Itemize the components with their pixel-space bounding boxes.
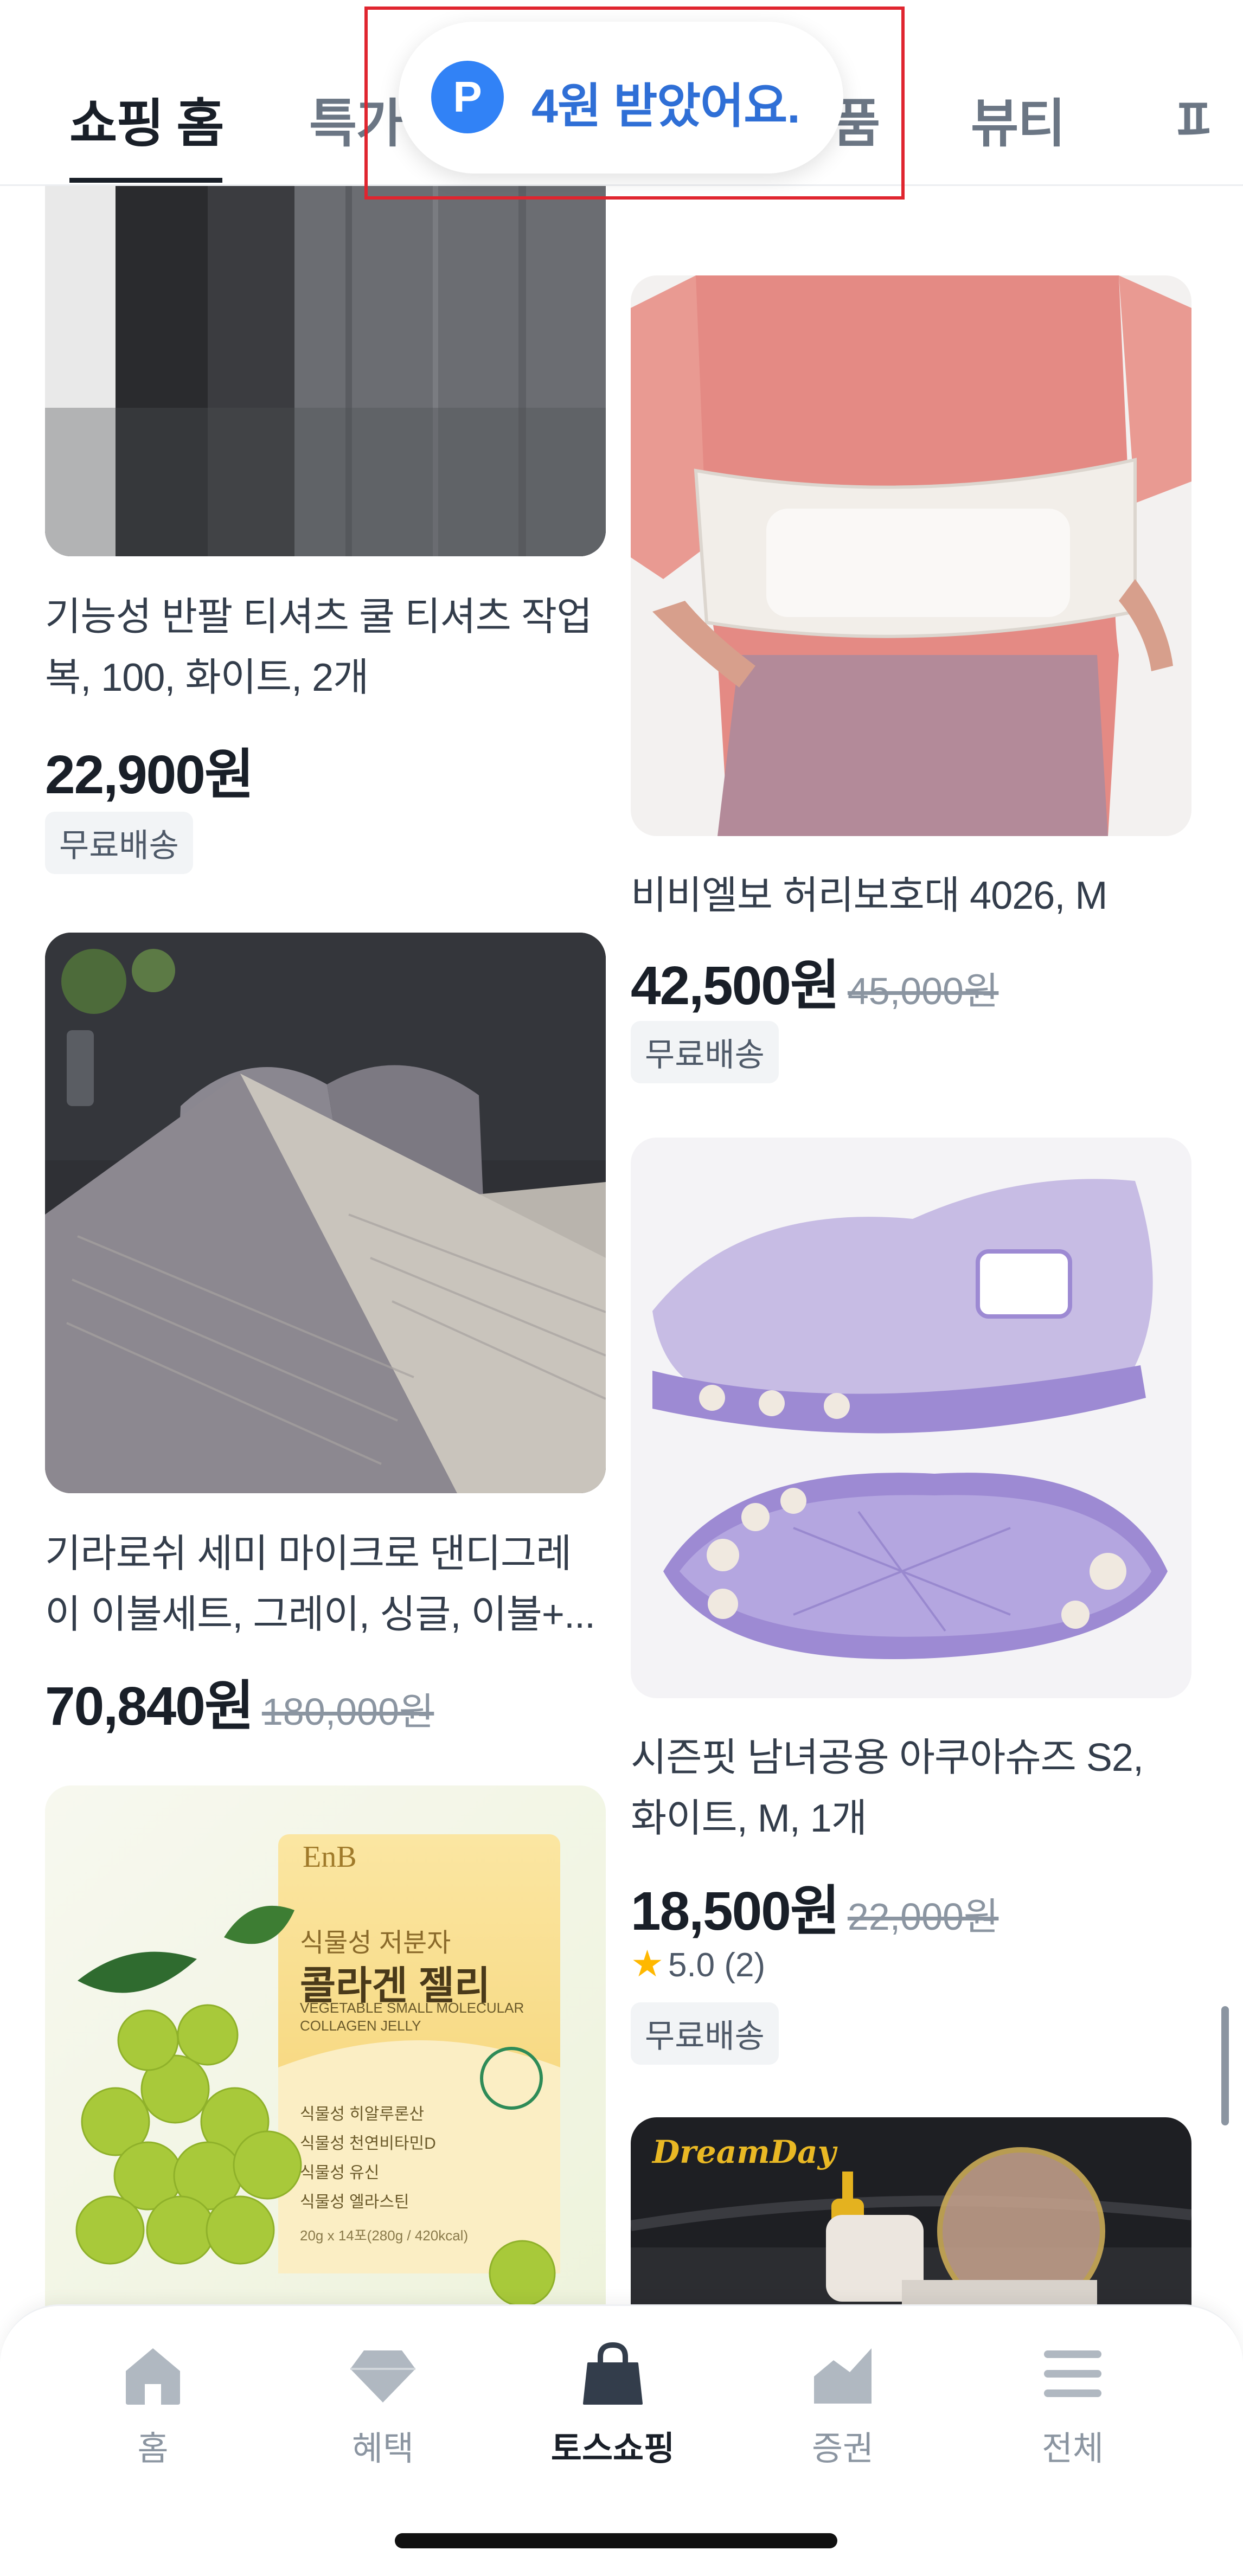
product-price: 22,900원 <box>45 744 254 805</box>
product-image-collagen[interactable]: EnB 식물성 저분자 콜라겐 젤리 VEGETABLE SMALL MOLEC… <box>45 1785 606 2306</box>
nav-label: 토스쇼핑 <box>550 2430 675 2468</box>
home-icon <box>126 2348 180 2405</box>
nav-label: 혜택 <box>351 2430 414 2468</box>
product-image-dreamday[interactable]: DreamDay <box>631 2117 1191 2307</box>
product-title-line: 이 이불세트, 그레이, 싱글, 이불+... <box>45 1593 595 1636</box>
package-bullet: 식물성 히알루론산 <box>300 2105 425 2123</box>
package-bullet: 식물성 천연비타민D <box>300 2135 436 2153</box>
active-tab-indicator <box>69 178 222 183</box>
package-weight: 20g x 14포(280g / 420kcal) <box>300 2227 469 2244</box>
product-title-line: 기능성 반팔 티셔츠 쿨 티셔츠 작업 <box>45 595 592 639</box>
product-price: 42,500원 <box>631 955 840 1016</box>
dreamday-logo: DreamDay <box>652 2134 836 2170</box>
product-card-waist-belt[interactable]: 비비엘보 허리보호대 4026, M 42,500원 45,000원 무료배송 <box>631 275 1191 1100</box>
free-shipping-badge: 무료배송 <box>631 1021 779 1083</box>
bedding-photo <box>45 933 606 1493</box>
product-price: 18,500원 <box>631 1881 840 1942</box>
diamond-icon <box>350 2350 415 2402</box>
product-image-bedding[interactable] <box>45 933 606 1493</box>
aqua-shoes-photo <box>631 1138 1191 1698</box>
nav-item-stocks[interactable]: 증권 <box>761 2339 924 2470</box>
nav-label: 전체 <box>1041 2430 1104 2468</box>
package-bullets: 식물성 히알루론산 식물성 천연비타민D 식물성 유신 식물성 엘라스틴 <box>300 2100 436 2217</box>
rating-value: 5.0 (2) <box>668 1947 766 1984</box>
original-price: 180,000원 <box>261 1691 434 1733</box>
product-title-line: 시즌핏 남녀공용 아쿠아슈즈 S2, <box>631 1736 1144 1780</box>
waist-belt-photo <box>631 275 1191 836</box>
product-price: 70,840원 <box>45 1676 254 1737</box>
nav-label: 증권 <box>811 2430 874 2468</box>
product-image-aqua-shoes[interactable] <box>631 1138 1191 1698</box>
product-card-aqua-shoes[interactable]: 시즌핏 남녀공용 아쿠아슈즈 S2, 화이트, M, 1개 18,500원 22,… <box>631 1138 1191 2097</box>
scrollbar[interactable] <box>1221 2006 1229 2125</box>
nav-item-all[interactable]: 전체 <box>991 2339 1154 2470</box>
highlight-box <box>364 7 905 200</box>
brand-logo: EnB <box>303 1840 357 1874</box>
package-bullet: 식물성 엘라스틴 <box>300 2193 409 2211</box>
original-price: 45,000원 <box>847 970 999 1012</box>
price-row: 22,900원 <box>45 730 254 809</box>
nav-item-toss-shopping[interactable]: 토스쇼핑 <box>531 2339 694 2470</box>
nav-item-benefits[interactable]: 혜택 <box>302 2339 464 2470</box>
product-title-line: 비비엘보 허리보호대 4026, M <box>631 874 1107 917</box>
chart-icon <box>814 2348 872 2404</box>
shopping-bag-icon <box>583 2342 643 2405</box>
product-title-line: 복, 100, 화이트, 2개 <box>45 656 369 699</box>
price-row: 42,500원 45,000원 <box>631 941 998 1020</box>
free-shipping-badge: 무료배송 <box>45 812 193 874</box>
tab-fashion[interactable]: 파 <box>1177 81 1209 157</box>
product-title[interactable]: 기라로쉬 세미 마이크로 댄디그레 이 이불세트, 그레이, 싱글, 이불+..… <box>45 1524 606 1645</box>
free-shipping-badge: 무료배송 <box>631 2002 779 2065</box>
menu-icon <box>1044 2350 1101 2397</box>
product-title[interactable]: 비비엘보 허리보호대 4026, M <box>631 865 1191 926</box>
product-card-collagen[interactable]: EnB 식물성 저분자 콜라겐 젤리 VEGETABLE SMALL MOLEC… <box>45 1785 606 2306</box>
package-eng-line: COLLAGEN JELLY <box>300 2018 421 2034</box>
original-price: 22,000원 <box>847 1896 999 1938</box>
product-title-line: 기라로쉬 세미 마이크로 댄디그레 <box>45 1532 572 1576</box>
product-image-waist-belt[interactable] <box>631 275 1191 836</box>
product-card-bedding[interactable]: 기라로쉬 세미 마이크로 댄디그레 이 이불세트, 그레이, 싱글, 이불+..… <box>45 933 606 1746</box>
product-title[interactable]: 시즌핏 남녀공용 아쿠아슈즈 S2, 화이트, M, 1개 <box>631 1727 1191 1849</box>
tab-shopping-home[interactable]: 쇼핑 홈 <box>69 81 225 157</box>
nav-label: 홈 <box>137 2430 169 2468</box>
home-indicator[interactable] <box>395 2533 837 2548</box>
tab-beauty[interactable]: 뷰티 <box>971 81 1066 157</box>
product-title-line: 화이트, M, 1개 <box>631 1797 867 1840</box>
package-bullet: 식물성 유신 <box>300 2164 380 2182</box>
product-title[interactable]: 기능성 반팔 티셔츠 쿨 티셔츠 작업 복, 100, 화이트, 2개 <box>45 587 606 708</box>
nav-item-home[interactable]: 홈 <box>72 2339 234 2470</box>
package-eng-line: VEGETABLE SMALL MOLECULAR <box>300 2000 524 2016</box>
star-icon: ★ <box>631 1943 664 1984</box>
price-row: 70,840원 180,000원 <box>45 1662 434 1740</box>
product-card-dreamday[interactable]: DreamDay <box>631 2117 1191 2307</box>
product-rating: ★ 5.0 (2) <box>631 1943 765 1986</box>
price-row: 18,500원 22,000원 <box>631 1867 998 1945</box>
